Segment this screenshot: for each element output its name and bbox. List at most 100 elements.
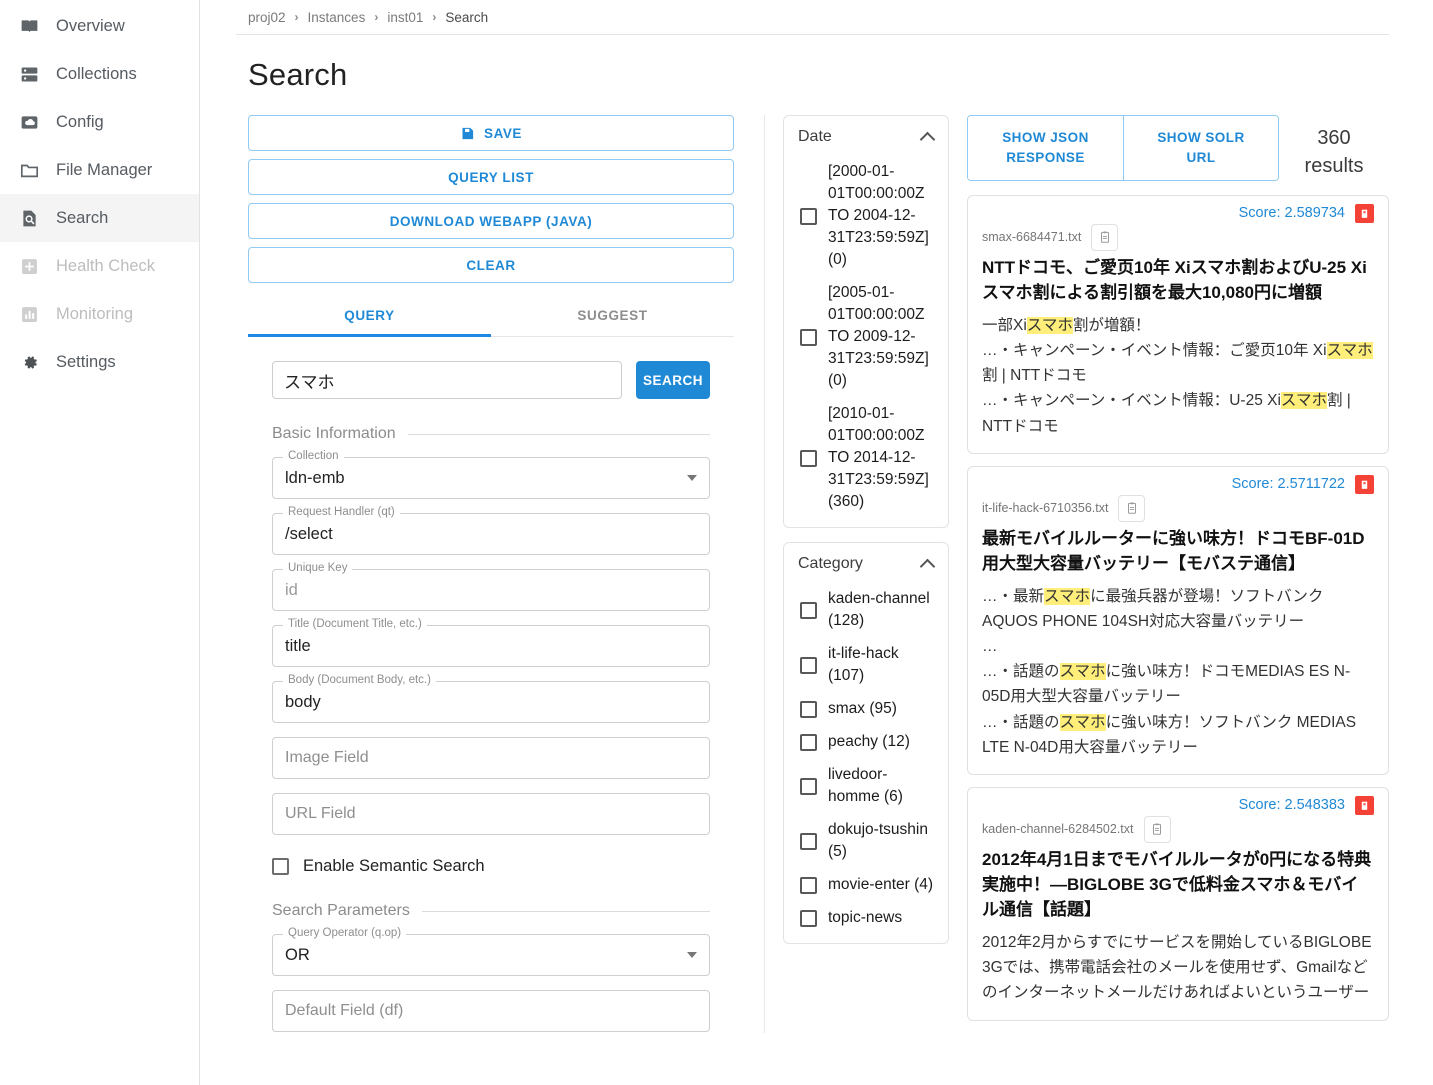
facets-panel: Date [2000-01-01T00:00:00Z TO 2004-12-31… bbox=[764, 115, 949, 1033]
facet-checkbox[interactable] bbox=[800, 449, 817, 467]
facet-checkbox[interactable] bbox=[800, 328, 817, 346]
facet-checkbox[interactable] bbox=[800, 601, 817, 619]
sidebar-item-label: Monitoring bbox=[56, 304, 134, 323]
delete-icon[interactable] bbox=[1355, 203, 1374, 223]
sidebar-item-config[interactable]: Config bbox=[0, 98, 199, 146]
facet-date-header[interactable]: Date bbox=[798, 128, 934, 150]
query-list-button-label: QUERY LIST bbox=[448, 169, 534, 185]
facet-item-label: it-life-hack (107) bbox=[828, 645, 899, 684]
snippet-line: … bbox=[982, 638, 998, 656]
snippet-line: …・キャンペーン・イベント情報：U-25 Xiスマホ割 | NTTドコモ bbox=[982, 392, 1351, 435]
facet-item[interactable]: kaden-channel (128) bbox=[798, 577, 934, 632]
semantic-search-checkbox[interactable] bbox=[272, 858, 289, 875]
result-title[interactable]: NTTドコモ、ご愛页10年 Xiスマホ割およびU-25 Xiスマホ割による割引額… bbox=[982, 255, 1374, 305]
search-button[interactable]: SEARCH bbox=[636, 361, 710, 399]
show-solr-url-button[interactable]: SHOW SOLR URL bbox=[1123, 116, 1278, 180]
query-operator-field-wrap: Query Operator (q.op) OR bbox=[248, 920, 734, 976]
sidebar-item-collections[interactable]: Collections bbox=[0, 50, 199, 98]
default-field-placeholder: Default Field (df) bbox=[285, 1002, 404, 1019]
save-button[interactable]: SAVE bbox=[248, 115, 734, 151]
facet-item[interactable]: livedoor-homme (6) bbox=[798, 753, 934, 808]
result-card: Score: 2.589734 smax-6684471.txt NTTドコモ、… bbox=[967, 194, 1389, 454]
request-handler-input[interactable]: Request Handler (qt) /select bbox=[272, 506, 710, 555]
facet-checkbox[interactable] bbox=[800, 909, 817, 927]
sidebar-item-monitoring[interactable]: Monitoring bbox=[0, 290, 199, 338]
unique-key-input[interactable]: Unique Key id bbox=[272, 562, 710, 611]
facet-item-label: dokujo-tsushin (5) bbox=[828, 821, 928, 860]
body-input[interactable]: Body (Document Body, etc.) body bbox=[272, 674, 710, 723]
facet-checkbox[interactable] bbox=[800, 733, 817, 751]
title-label: Title (Document Title, etc.) bbox=[283, 618, 427, 630]
breadcrumb-item-inst01[interactable]: inst01 bbox=[387, 10, 423, 25]
result-title[interactable]: 2012年4月1日までモバイルルータが0円になる特典実施中！—BIGLOBE 3… bbox=[982, 847, 1374, 922]
delete-icon[interactable] bbox=[1355, 795, 1374, 815]
result-card: Score: 2.5711722 it-life-hack-6710356.tx… bbox=[967, 465, 1389, 775]
result-card-top: Score: 2.548383 bbox=[982, 795, 1374, 815]
facet-item[interactable]: [2000-01-01T00:00:00Z TO 2004-12-31T23:5… bbox=[798, 150, 934, 271]
facet-item[interactable]: dokujo-tsushin (5) bbox=[798, 808, 934, 863]
sidebar-item-search[interactable]: Search bbox=[0, 194, 199, 242]
sidebar-item-overview[interactable]: Overview bbox=[0, 2, 199, 50]
basic-information-label: Basic Information bbox=[272, 425, 396, 442]
show-json-response-button[interactable]: SHOW JSON RESPONSE bbox=[968, 116, 1123, 180]
page-title: Search bbox=[248, 57, 348, 92]
search-input[interactable] bbox=[272, 361, 622, 399]
facet-item[interactable]: it-life-hack (107) bbox=[798, 632, 934, 687]
default-field-input[interactable]: Default Field (df) bbox=[272, 990, 710, 1032]
result-filename: it-life-hack-6710356.txt bbox=[982, 501, 1109, 516]
facet-checkbox[interactable] bbox=[800, 700, 817, 718]
facet-checkbox[interactable] bbox=[800, 832, 817, 850]
highlight: スマホ bbox=[1044, 587, 1091, 605]
url-field-input[interactable]: URL Field bbox=[272, 793, 710, 835]
results-panel: SHOW JSON RESPONSE SHOW SOLR URL 360 res… bbox=[949, 115, 1389, 1033]
app-root: Overview Collections Config File Manager… bbox=[0, 0, 1433, 1085]
unique-key-value: id bbox=[285, 580, 298, 599]
facet-item[interactable]: [2010-01-01T00:00:00Z TO 2014-12-31T23:5… bbox=[798, 392, 934, 513]
result-filename: kaden-channel-6284502.txt bbox=[982, 822, 1134, 837]
clear-button[interactable]: CLEAR bbox=[248, 247, 734, 283]
sidebar-item-health-check[interactable]: Health Check bbox=[0, 242, 199, 290]
breadcrumb: proj02 › Instances › inst01 › Search bbox=[218, 0, 1389, 34]
search-parameters-heading: Search Parameters bbox=[248, 876, 734, 920]
facet-checkbox[interactable] bbox=[800, 656, 817, 674]
breadcrumb-item-proj02[interactable]: proj02 bbox=[248, 10, 286, 25]
result-title[interactable]: 最新モバイルルーターに強い味方！ドコモBF-01D用大型大容量バッテリー【モバス… bbox=[982, 526, 1374, 576]
copy-icon[interactable] bbox=[1091, 223, 1119, 251]
facet-checkbox[interactable] bbox=[800, 777, 817, 795]
section-divider bbox=[407, 433, 710, 435]
facet-item[interactable]: [2005-01-01T00:00:00Z TO 2009-12-31T23:5… bbox=[798, 271, 934, 392]
facet-item[interactable]: topic-news bbox=[798, 896, 934, 929]
result-card-meta: smax-6684471.txt bbox=[982, 223, 1374, 251]
facet-category-header[interactable]: Category bbox=[798, 555, 934, 577]
unique-key-field-wrap: Unique Key id bbox=[248, 555, 734, 611]
sidebar-item-settings[interactable]: Settings bbox=[0, 338, 199, 386]
delete-icon[interactable] bbox=[1355, 474, 1374, 494]
copy-icon[interactable] bbox=[1143, 815, 1171, 843]
breadcrumb-item-instances[interactable]: Instances bbox=[308, 10, 366, 25]
sidebar-item-label: Search bbox=[56, 208, 109, 227]
query-operator-select[interactable]: Query Operator (q.op) OR bbox=[272, 927, 710, 976]
download-webapp-button[interactable]: DOWNLOAD WEBAPP (JAVA) bbox=[248, 203, 734, 239]
tab-suggest[interactable]: SUGGEST bbox=[491, 296, 734, 336]
chevron-right-icon: › bbox=[374, 10, 379, 24]
snippet-line: 2012年2月からすでにサービスを開始しているBIGLOBE 3Gでは、携帯電話… bbox=[982, 934, 1372, 1002]
facet-checkbox[interactable] bbox=[800, 876, 817, 894]
facet-item[interactable]: movie-enter (4) bbox=[798, 863, 934, 896]
title-input[interactable]: Title (Document Title, etc.) title bbox=[272, 618, 710, 667]
facet-checkbox[interactable] bbox=[800, 207, 817, 225]
result-snippet: 一部Xiスマホ割が増額！ …・キャンペーン・イベント情報：ご愛页10年 Xiスマ… bbox=[982, 313, 1374, 439]
image-field-input[interactable]: Image Field bbox=[272, 737, 710, 779]
snippet-line: …・話題のスマホに強い味方！ソフトバンク MEDIAS LTE N-04D用大容… bbox=[982, 713, 1357, 756]
tab-query[interactable]: QUERY bbox=[248, 296, 491, 337]
collection-select[interactable]: Collection ldn-emb bbox=[272, 450, 710, 499]
query-list-button[interactable]: QUERY LIST bbox=[248, 159, 734, 195]
sidebar-item-file-manager[interactable]: File Manager bbox=[0, 146, 199, 194]
facet-item[interactable]: peachy (12) bbox=[798, 720, 934, 753]
copy-icon[interactable] bbox=[1118, 494, 1146, 522]
highlight: スマホ bbox=[1326, 342, 1373, 360]
highlight: スマホ bbox=[1026, 317, 1073, 335]
results-action-group: SHOW JSON RESPONSE SHOW SOLR URL bbox=[967, 115, 1279, 181]
facet-item[interactable]: smax (95) bbox=[798, 687, 934, 720]
chevron-up-icon[interactable] bbox=[921, 560, 934, 568]
chevron-up-icon[interactable] bbox=[921, 133, 934, 141]
